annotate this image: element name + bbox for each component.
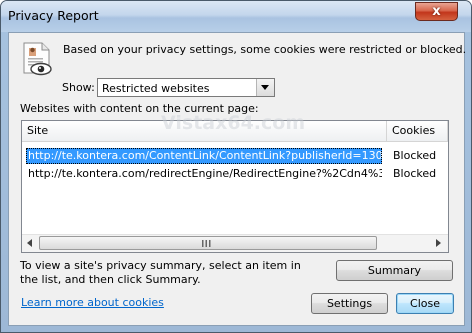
chevron-down-icon	[261, 85, 269, 90]
summary-button[interactable]: Summary	[336, 260, 453, 281]
window-frame: Privacy Report x Based on your privacy s…	[0, 0, 472, 333]
show-filter-value: Restricted websites	[102, 82, 210, 95]
websites-list[interactable]: Site Cookies http://te.kontera.com/Conte…	[21, 120, 449, 253]
list-item-cookies: Blocked	[393, 149, 437, 162]
scroll-right-button[interactable]	[431, 235, 448, 251]
chevron-right-icon	[436, 239, 441, 247]
list-item[interactable]: http://te.kontera.com/ContentLink/Conten…	[22, 148, 448, 164]
window-title: Privacy Report	[8, 8, 99, 23]
horizontal-scrollbar[interactable]	[22, 234, 448, 252]
title-bar[interactable]: Privacy Report x	[1, 1, 471, 32]
privacy-document-eye-icon	[23, 42, 52, 76]
show-filter-dropdown[interactable]: Restricted websites	[97, 78, 275, 97]
scroll-left-button[interactable]	[22, 235, 39, 251]
column-header-cookies[interactable]: Cookies	[387, 121, 448, 141]
chevron-left-icon	[27, 239, 32, 247]
close-button[interactable]: Close	[396, 293, 454, 314]
window-close-button[interactable]: x	[415, 2, 458, 21]
dropdown-arrow[interactable]	[256, 79, 274, 96]
show-label: Show:	[62, 81, 95, 94]
settings-button[interactable]: Settings	[311, 293, 388, 314]
dialog-client-area: Based on your privacy settings, some coo…	[8, 32, 467, 326]
grip-icon	[202, 240, 211, 247]
scrollbar-thumb[interactable]	[39, 236, 377, 250]
close-icon: x	[432, 4, 441, 19]
list-item-site: http://te.kontera.com/redirectEngine/Red…	[28, 167, 382, 180]
privacy-message: Based on your privacy settings, some coo…	[63, 43, 467, 56]
list-item-site: http://te.kontera.com/ContentLink/Conten…	[26, 148, 382, 164]
learn-more-cookies-link[interactable]: Learn more about cookies	[21, 296, 164, 309]
list-item-cookies: Blocked	[393, 167, 437, 180]
summary-hint-text: To view a site's privacy summary, select…	[20, 259, 301, 286]
watermark: Vistax64.com	[161, 112, 306, 134]
list-item[interactable]: http://te.kontera.com/redirectEngine/Red…	[22, 166, 448, 182]
